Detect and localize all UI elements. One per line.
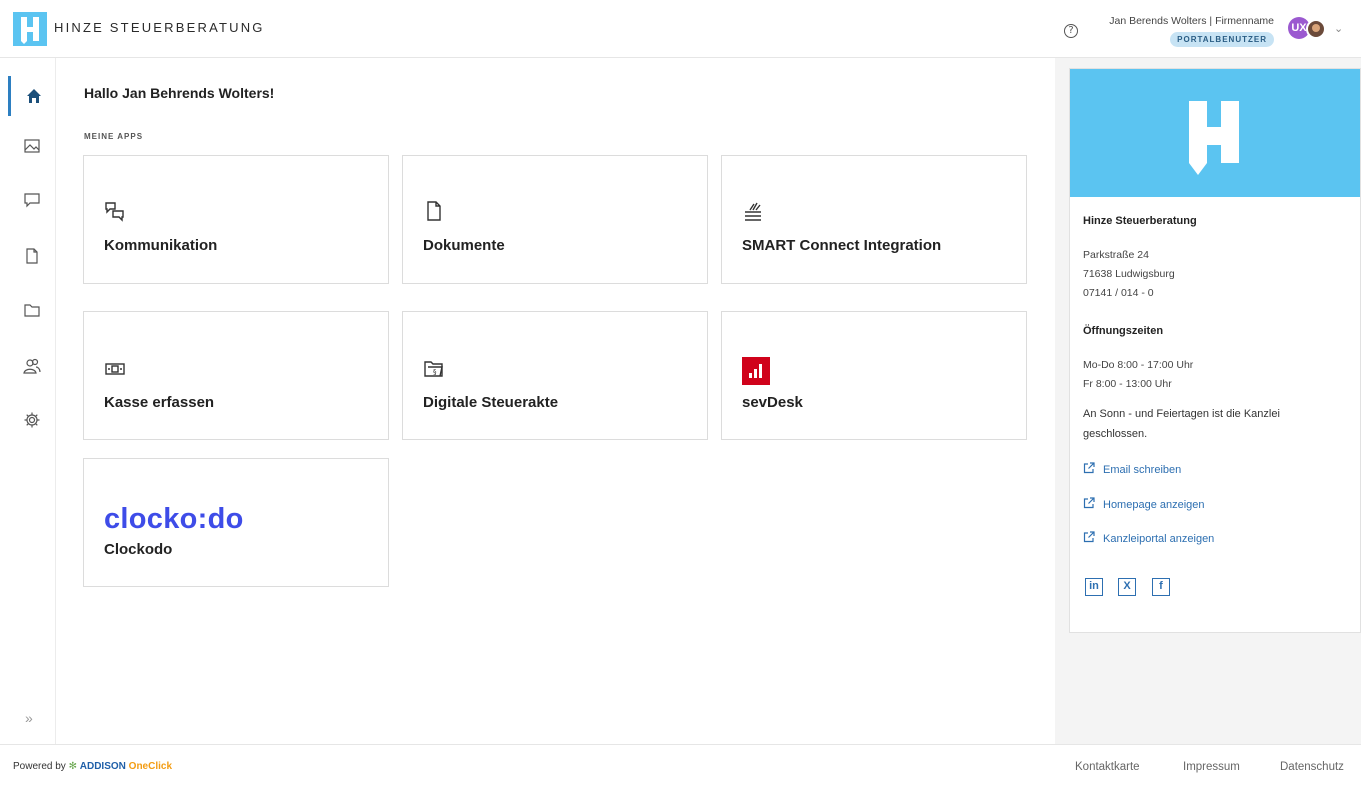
- page-title: Hallo Jan Behrends Wolters!: [84, 85, 275, 101]
- email-link[interactable]: Email schreiben: [1083, 462, 1181, 476]
- homepage-link-label: Homepage anzeigen: [1103, 499, 1205, 511]
- help-icon[interactable]: ?: [1064, 24, 1078, 38]
- app-tile-label: Digitale Steuerakte: [423, 394, 559, 411]
- sidebar-item-images[interactable]: [8, 126, 56, 166]
- user-name[interactable]: Jan Berends Wolters | Firmenname: [1109, 15, 1274, 27]
- holiday-note: An Sonn - und Feiertagen ist die Kanzlei…: [1083, 408, 1280, 440]
- external-link-icon: [1083, 531, 1095, 543]
- gear-icon: [24, 412, 40, 428]
- footer-link-kontaktkarte[interactable]: Kontaktkarte: [1075, 761, 1140, 773]
- paragraph-folder-icon: §: [424, 361, 443, 377]
- homepage-link[interactable]: Homepage anzeigen: [1083, 497, 1205, 511]
- hinze-logo-icon: [1189, 101, 1239, 175]
- users-icon: [23, 358, 41, 374]
- app-tile-label: Dokumente: [423, 237, 505, 254]
- sidebar: »: [8, 58, 56, 744]
- app-tile-label: SMART Connect Integration: [742, 237, 942, 254]
- sidebar-item-folders[interactable]: [8, 290, 56, 330]
- document-icon: [26, 248, 38, 264]
- firm-name: Hinze Steuerberatung: [1083, 215, 1197, 227]
- chat-bubbles-icon: [105, 202, 124, 222]
- contact-card: Hinze Steuerberatung Parkstraße 24 71638…: [1069, 68, 1361, 633]
- contact-hero: [1070, 69, 1360, 197]
- folder-icon: [24, 304, 40, 317]
- addison-logo-icon: ✻: [68, 761, 77, 772]
- chevron-down-icon[interactable]: ⌄: [1334, 22, 1343, 35]
- app-tile-kasse[interactable]: Kasse erfassen: [83, 311, 389, 440]
- app-tile-sevdesk[interactable]: sevDesk: [721, 311, 1027, 440]
- sidebar-item-settings[interactable]: [8, 400, 56, 440]
- brand-name: HINZE STEUERBERATUNG: [54, 20, 265, 35]
- address-city: 71638 Ludwigsburg: [1083, 268, 1175, 280]
- address-street: Parkstraße 24: [1083, 249, 1149, 261]
- app-tile-dokumente[interactable]: Dokumente: [402, 155, 708, 284]
- hours-friday: Fr 8:00 - 13:00 Uhr: [1083, 378, 1172, 390]
- powered-by[interactable]: Powered by ✻ ADDISON OneClick: [13, 761, 172, 772]
- clockodo-logo: clocko:do: [104, 503, 244, 535]
- svg-text:§: §: [433, 368, 437, 376]
- cash-register-icon: [105, 363, 125, 375]
- external-link-icon: [1083, 497, 1095, 509]
- portal-link[interactable]: Kanzleiportal anzeigen: [1083, 531, 1214, 545]
- chat-icon: [24, 193, 40, 208]
- sidebar-item-users[interactable]: [8, 346, 56, 386]
- linkedin-icon[interactable]: in: [1085, 578, 1103, 596]
- portal-link-label: Kanzleiportal anzeigen: [1103, 533, 1215, 545]
- sidebar-item-documents[interactable]: [8, 236, 56, 276]
- section-title: MEINE APPS: [84, 132, 144, 141]
- main-content: Hallo Jan Behrends Wolters! MEINE APPS K…: [57, 58, 1055, 744]
- expand-sidebar-icon[interactable]: »: [25, 710, 33, 726]
- footer-link-datenschutz[interactable]: Datenschutz: [1280, 761, 1344, 773]
- app-tile-label: sevDesk: [742, 394, 803, 411]
- app-tile-label: Clockodo: [104, 541, 173, 558]
- external-link-icon: [1083, 462, 1095, 474]
- email-link-label: Email schreiben: [1103, 464, 1182, 476]
- footer-link-impressum[interactable]: Impressum: [1183, 761, 1240, 773]
- app-tile-kommunikation[interactable]: Kommunikation: [83, 155, 389, 284]
- phone-number: 07141 / 014 - 0: [1083, 287, 1154, 299]
- footer: Powered by ✻ ADDISON OneClick Kontaktkar…: [0, 744, 1361, 785]
- app-tile-label: Kasse erfassen: [104, 394, 215, 411]
- smart-connect-icon: [745, 202, 761, 221]
- image-icon: [24, 139, 40, 153]
- app-tile-label: Kommunikation: [104, 237, 218, 254]
- powered-brand: ADDISON: [79, 761, 126, 772]
- contact-panel: Hinze Steuerberatung Parkstraße 24 71638…: [1055, 58, 1361, 744]
- powered-prefix: Powered by: [13, 761, 66, 772]
- sidebar-item-messages[interactable]: [8, 180, 56, 220]
- top-bar: HINZE STEUERBERATUNG ? Jan Berends Wolte…: [0, 0, 1361, 58]
- app-tile-steuerakte[interactable]: § Digitale Steuerakte: [402, 311, 708, 440]
- hours-title: Öffnungszeiten: [1083, 325, 1164, 337]
- sidebar-item-home[interactable]: [8, 76, 56, 116]
- app-tile-smart-connect[interactable]: SMART Connect Integration: [721, 155, 1027, 284]
- xing-icon[interactable]: X: [1118, 578, 1136, 596]
- hours-weekdays: Mo-Do 8:00 - 17:00 Uhr: [1083, 359, 1194, 371]
- home-icon: [26, 89, 41, 103]
- app-tile-clockodo[interactable]: clocko:do Clockodo: [83, 458, 389, 587]
- role-badge: PORTALBENUTZER: [1170, 32, 1274, 47]
- hinze-logo-icon[interactable]: [13, 12, 47, 46]
- avatar-photo[interactable]: [1306, 19, 1326, 39]
- document-icon: [427, 201, 441, 221]
- facebook-icon[interactable]: f: [1152, 578, 1170, 596]
- sevdesk-logo: [742, 357, 770, 385]
- powered-product: OneClick: [128, 761, 173, 772]
